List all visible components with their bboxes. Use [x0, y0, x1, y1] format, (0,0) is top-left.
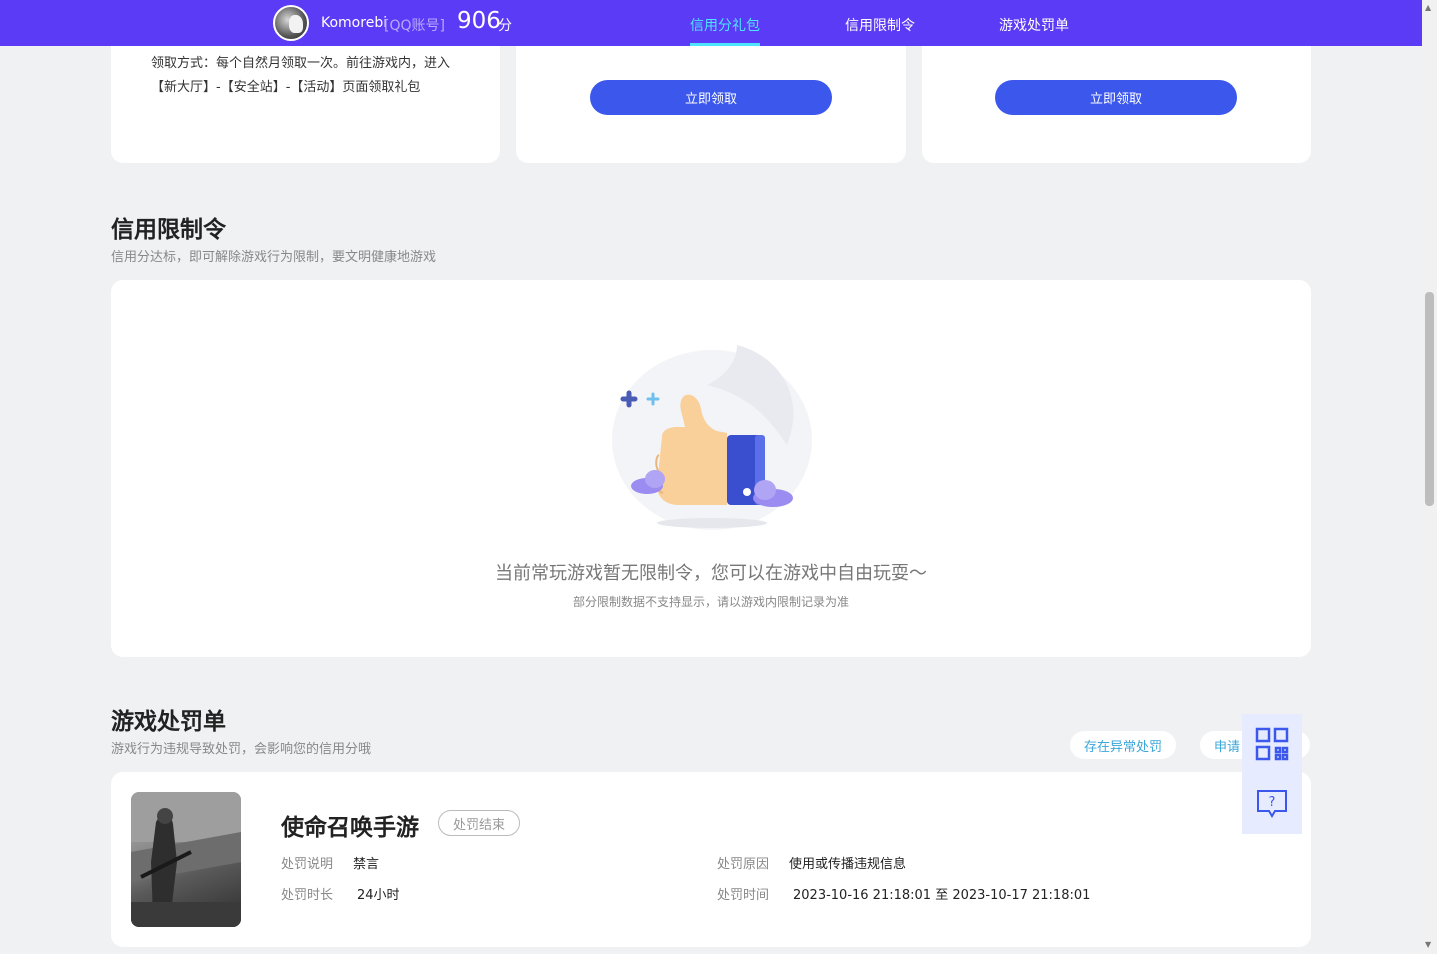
- scroll-thumb[interactable]: [1425, 292, 1434, 506]
- game-thumbnail: [131, 792, 241, 927]
- status-badge: 处罚结束: [438, 810, 521, 836]
- penalty-desc-value: 禁言: [353, 857, 380, 872]
- claim-button[interactable]: 立即领取: [995, 80, 1237, 115]
- tab-game-penalty[interactable]: 游戏处罚单: [999, 15, 1069, 35]
- restriction-subtitle: 信用分达标，即可解除游戏行为限制，要文明健康地游戏: [111, 250, 437, 265]
- claim-button[interactable]: 立即领取: [590, 80, 832, 115]
- penalty-time-value: 2023-10-16 21:18:01 至 2023-10-17 21:18:0…: [793, 888, 1091, 903]
- penalty-reason-value: 使用或传播违规信息: [789, 857, 907, 872]
- credit-score: 906: [457, 8, 501, 34]
- help-chat-icon: ?: [1257, 790, 1287, 818]
- penalty-time-label: 处罚时间: [717, 888, 770, 903]
- qr-code-icon: [1255, 727, 1289, 761]
- score-unit: 分: [498, 18, 512, 34]
- page-viewport: Komorebi [QQ账号] 906 分 信用分礼包 信用限制令 游戏处罚单 …: [0, 0, 1422, 954]
- tab-credit-gift[interactable]: 信用分礼包: [690, 15, 760, 35]
- help-button[interactable]: ?: [1242, 774, 1302, 834]
- gift-claim-description: 领取方式：每个自然月领取一次。前往游戏内，进入【新大厅】-【安全站】-【活动】页…: [151, 56, 451, 95]
- game-name: 使命召唤手游: [281, 815, 419, 841]
- user-name: Komorebi: [321, 15, 388, 31]
- account-type: [QQ账号]: [384, 18, 445, 34]
- empty-state-note: 部分限制数据不支持显示，请以游戏内限制记录为准: [572, 595, 849, 609]
- avatar[interactable]: [273, 5, 309, 41]
- scroll-up-icon[interactable]: ▲: [1425, 3, 1431, 12]
- penalty-title: 游戏处罚单: [111, 709, 226, 735]
- vertical-scrollbar[interactable]: ▲ ▼: [1422, 0, 1437, 954]
- tab-credit-restriction[interactable]: 信用限制令: [845, 15, 915, 35]
- penalty-subtitle: 游戏行为违规导致处罚，会影响您的信用分哦: [111, 742, 372, 757]
- restriction-empty-card: 当前常玩游戏暂无限制令，您可以在游戏中自由玩耍～ 部分限制数据不支持显示，请以游…: [111, 280, 1311, 657]
- penalty-duration-value: 24小时: [357, 888, 400, 903]
- active-tab-indicator: [690, 43, 760, 46]
- penalty-record-card: 使命召唤手游 处罚结束 处罚说明 禁言 处罚时长 24小时 处罚原因 使用或传播…: [111, 772, 1311, 947]
- abnormal-penalty-button[interactable]: 存在异常处罚: [1070, 731, 1177, 759]
- restriction-title: 信用限制令: [111, 217, 226, 243]
- qr-code-button[interactable]: [1242, 714, 1302, 774]
- penalty-desc-label: 处罚说明: [281, 857, 334, 872]
- thumbs-up-illustration: [612, 345, 812, 530]
- scroll-down-icon[interactable]: ▼: [1425, 940, 1431, 949]
- penalty-duration-label: 处罚时长: [281, 888, 334, 903]
- empty-state-message: 当前常玩游戏暂无限制令，您可以在游戏中自由玩耍～: [495, 563, 927, 584]
- penalty-reason-label: 处罚原因: [717, 857, 770, 872]
- top-header: Komorebi [QQ账号] 906 分 信用分礼包 信用限制令 游戏处罚单: [0, 0, 1422, 46]
- svg-text:?: ?: [1269, 795, 1276, 810]
